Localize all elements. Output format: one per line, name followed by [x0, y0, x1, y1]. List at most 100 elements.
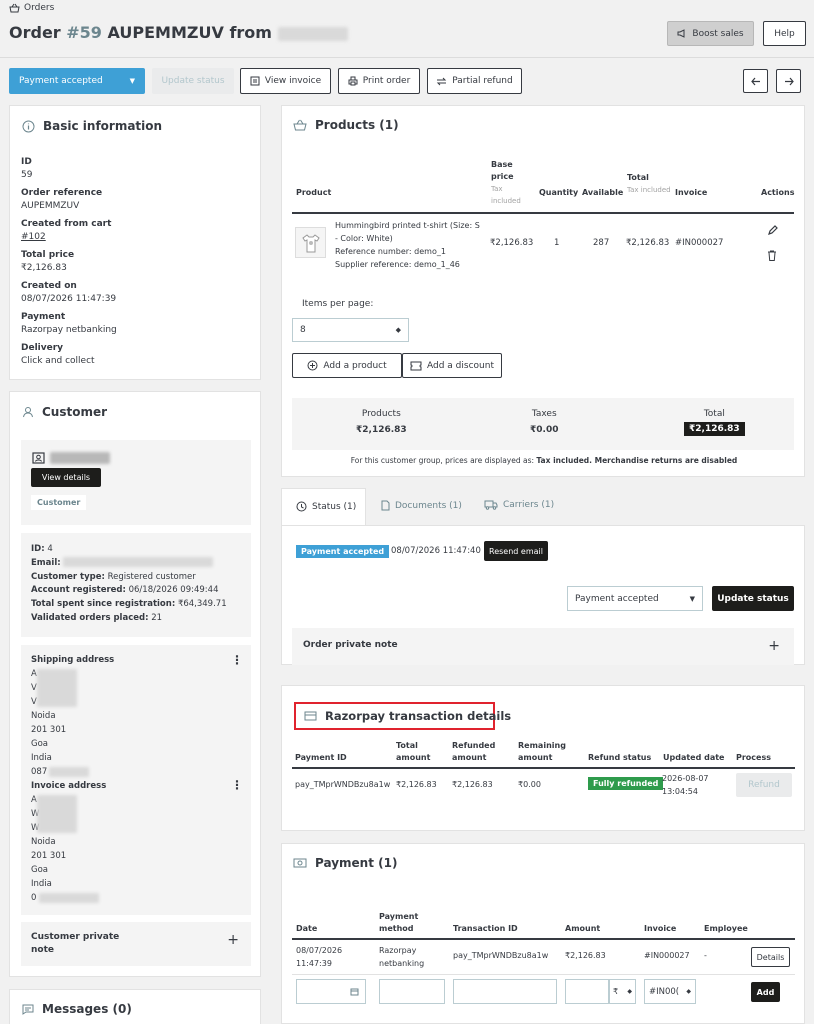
status-date: 08/07/2026 11:47:40	[391, 546, 481, 556]
status-select[interactable]: Payment accepted ▼	[567, 586, 703, 611]
payment-employee: -	[704, 951, 707, 960]
col-updated-date: Updated date	[663, 753, 725, 762]
user-icon	[22, 406, 34, 418]
total-price-value: ₹2,126.83	[21, 262, 67, 273]
breadcrumb: Orders	[9, 3, 54, 13]
payment-amount: ₹2,126.83	[565, 951, 606, 960]
updown-caret-icon: ◆	[395, 326, 401, 334]
product-total: ₹2,126.83	[626, 238, 670, 248]
order-private-note[interactable]: Order private note +	[292, 628, 794, 665]
breadcrumb-orders-link[interactable]: Orders	[24, 3, 54, 13]
redacted-customer-name	[50, 452, 110, 464]
truck-icon	[484, 500, 498, 510]
edit-pencil-icon[interactable]	[767, 225, 778, 236]
order-totals-box: Products ₹2,126.83 Taxes ₹0.00 Total ₹2,…	[292, 398, 794, 450]
redacted-customer-name	[277, 26, 348, 41]
printer-icon	[348, 76, 358, 86]
previous-order-button[interactable]	[743, 69, 768, 93]
shipping-address-menu-icon[interactable]: ⋮	[231, 653, 243, 667]
col-payment-method: Payment method	[379, 912, 419, 933]
col-refunded-amount: Refunded amount	[452, 741, 496, 762]
supplier-reference: Supplier reference: demo_1_46	[335, 260, 460, 269]
shipping-address-lines: A V V Noida 201 301 Goa India 087	[31, 667, 241, 779]
col-invoice: Invoice	[675, 188, 708, 197]
basket-icon	[9, 3, 20, 13]
print-order-button[interactable]: Print order	[338, 68, 420, 94]
view-details-button[interactable]: View details	[31, 468, 101, 487]
boost-sales-button[interactable]: Boost sales	[667, 21, 754, 46]
tab-carriers[interactable]: Carriers (1)	[484, 500, 554, 510]
payment-card: Payment (1) Date Payment method Transact…	[281, 843, 805, 1024]
invoice-address-title: Invoice address	[31, 781, 107, 791]
credit-card-icon	[304, 711, 317, 721]
tab-status[interactable]: Status (1)	[281, 488, 366, 526]
products-card: Products (1) Product Base price Tax inclu…	[281, 105, 805, 477]
col-total-amount: Total amount	[396, 741, 431, 762]
product-name: Hummingbird printed t-shirt (Size: S - C…	[335, 221, 480, 243]
product-available: 287	[593, 238, 610, 248]
items-per-page-select[interactable]: 8 ◆	[292, 318, 409, 342]
chat-icon	[22, 1004, 34, 1015]
plus-circle-icon	[307, 360, 318, 371]
product-description: Hummingbird printed t-shirt (Size: S - C…	[335, 219, 485, 271]
col-base-price: Base price Tax included	[491, 160, 521, 205]
field-label: Created from cart	[21, 219, 112, 229]
account-registered-row: Account registered: 06/18/2026 09:49:44	[31, 585, 219, 596]
plus-icon[interactable]: +	[227, 932, 239, 948]
add-discount-button[interactable]: Add a discount	[402, 353, 502, 378]
tab-documents[interactable]: Documents (1)	[381, 500, 462, 511]
field-label: Order reference	[21, 188, 103, 198]
payment-transaction-id: pay_TMprWNDBzu8a1w	[453, 951, 549, 960]
money-icon	[293, 858, 307, 868]
invoice-address-menu-icon[interactable]: ⋮	[231, 778, 243, 792]
razorpay-updated-date: 2026-08-07 13:04:54	[662, 774, 709, 796]
resend-email-button[interactable]: Resend email	[484, 541, 548, 561]
trash-icon[interactable]	[767, 250, 777, 261]
help-button[interactable]: Help	[763, 21, 806, 46]
customer-email-row: Email:	[31, 557, 241, 571]
update-status-button[interactable]: Update status	[712, 586, 794, 611]
view-invoice-button[interactable]: View invoice	[240, 68, 331, 94]
id-card-icon	[32, 452, 45, 464]
plus-icon[interactable]: +	[768, 638, 780, 654]
basic-information-fields: ID 59 Order reference AUPEMMZUV Created …	[21, 156, 117, 367]
payment-details-button[interactable]: Details	[751, 947, 790, 967]
total-spent-row: Total spent since registration: ₹64,349.…	[31, 599, 227, 610]
new-invoice-select[interactable]: #IN00(◆	[644, 979, 696, 1004]
basic-information-title: Basic information	[22, 119, 162, 133]
refund-button[interactable]: Refund	[736, 773, 792, 797]
cart-link[interactable]: #102	[21, 231, 117, 244]
shipping-address-title: Shipping address	[31, 655, 115, 665]
add-product-button[interactable]: Add a product	[292, 353, 402, 378]
razorpay-total: ₹2,126.83	[396, 780, 437, 789]
partial-refund-button[interactable]: Partial refund	[427, 68, 522, 94]
order-reference-value: AUPEMMZUV	[21, 200, 80, 211]
field-label: ID	[21, 157, 32, 167]
col-quantity: Quantity	[539, 188, 579, 197]
refund-status-badge: Fully refunded	[588, 777, 664, 790]
customer-details-box: ID: 4 Email: Customer type: Registered c…	[21, 533, 251, 637]
field-label: Created on	[21, 281, 77, 291]
col-remaining-amount: Remaining amount	[518, 741, 566, 762]
table-header-divider	[292, 767, 795, 769]
razorpay-card: Razorpay transaction details Payment ID …	[281, 685, 805, 831]
order-id-value: 59	[21, 169, 33, 180]
redacted-email	[63, 557, 214, 568]
table-header-divider	[292, 212, 794, 214]
next-order-button[interactable]	[776, 69, 801, 93]
new-payment-method-input[interactable]	[379, 979, 445, 1004]
update-status-button[interactable]: Update status	[152, 68, 234, 94]
calendar-icon	[350, 987, 359, 996]
customer-private-note[interactable]: Customer private note +	[21, 922, 251, 966]
add-payment-button[interactable]: Add	[751, 982, 780, 1002]
col-date: Date	[296, 924, 318, 933]
new-payment-date-input[interactable]	[296, 979, 366, 1004]
col-actions: Actions	[761, 188, 795, 197]
new-amount-input[interactable]	[565, 979, 609, 1004]
arrow-right-icon	[784, 77, 794, 86]
order-status-dropdown[interactable]: Payment accepted ▼	[9, 68, 145, 94]
new-currency-select[interactable]: ₹ ◆	[609, 979, 636, 1004]
swap-arrows-icon	[436, 77, 447, 86]
customer-name-row	[32, 452, 110, 464]
new-transaction-id-input[interactable]	[453, 979, 557, 1004]
